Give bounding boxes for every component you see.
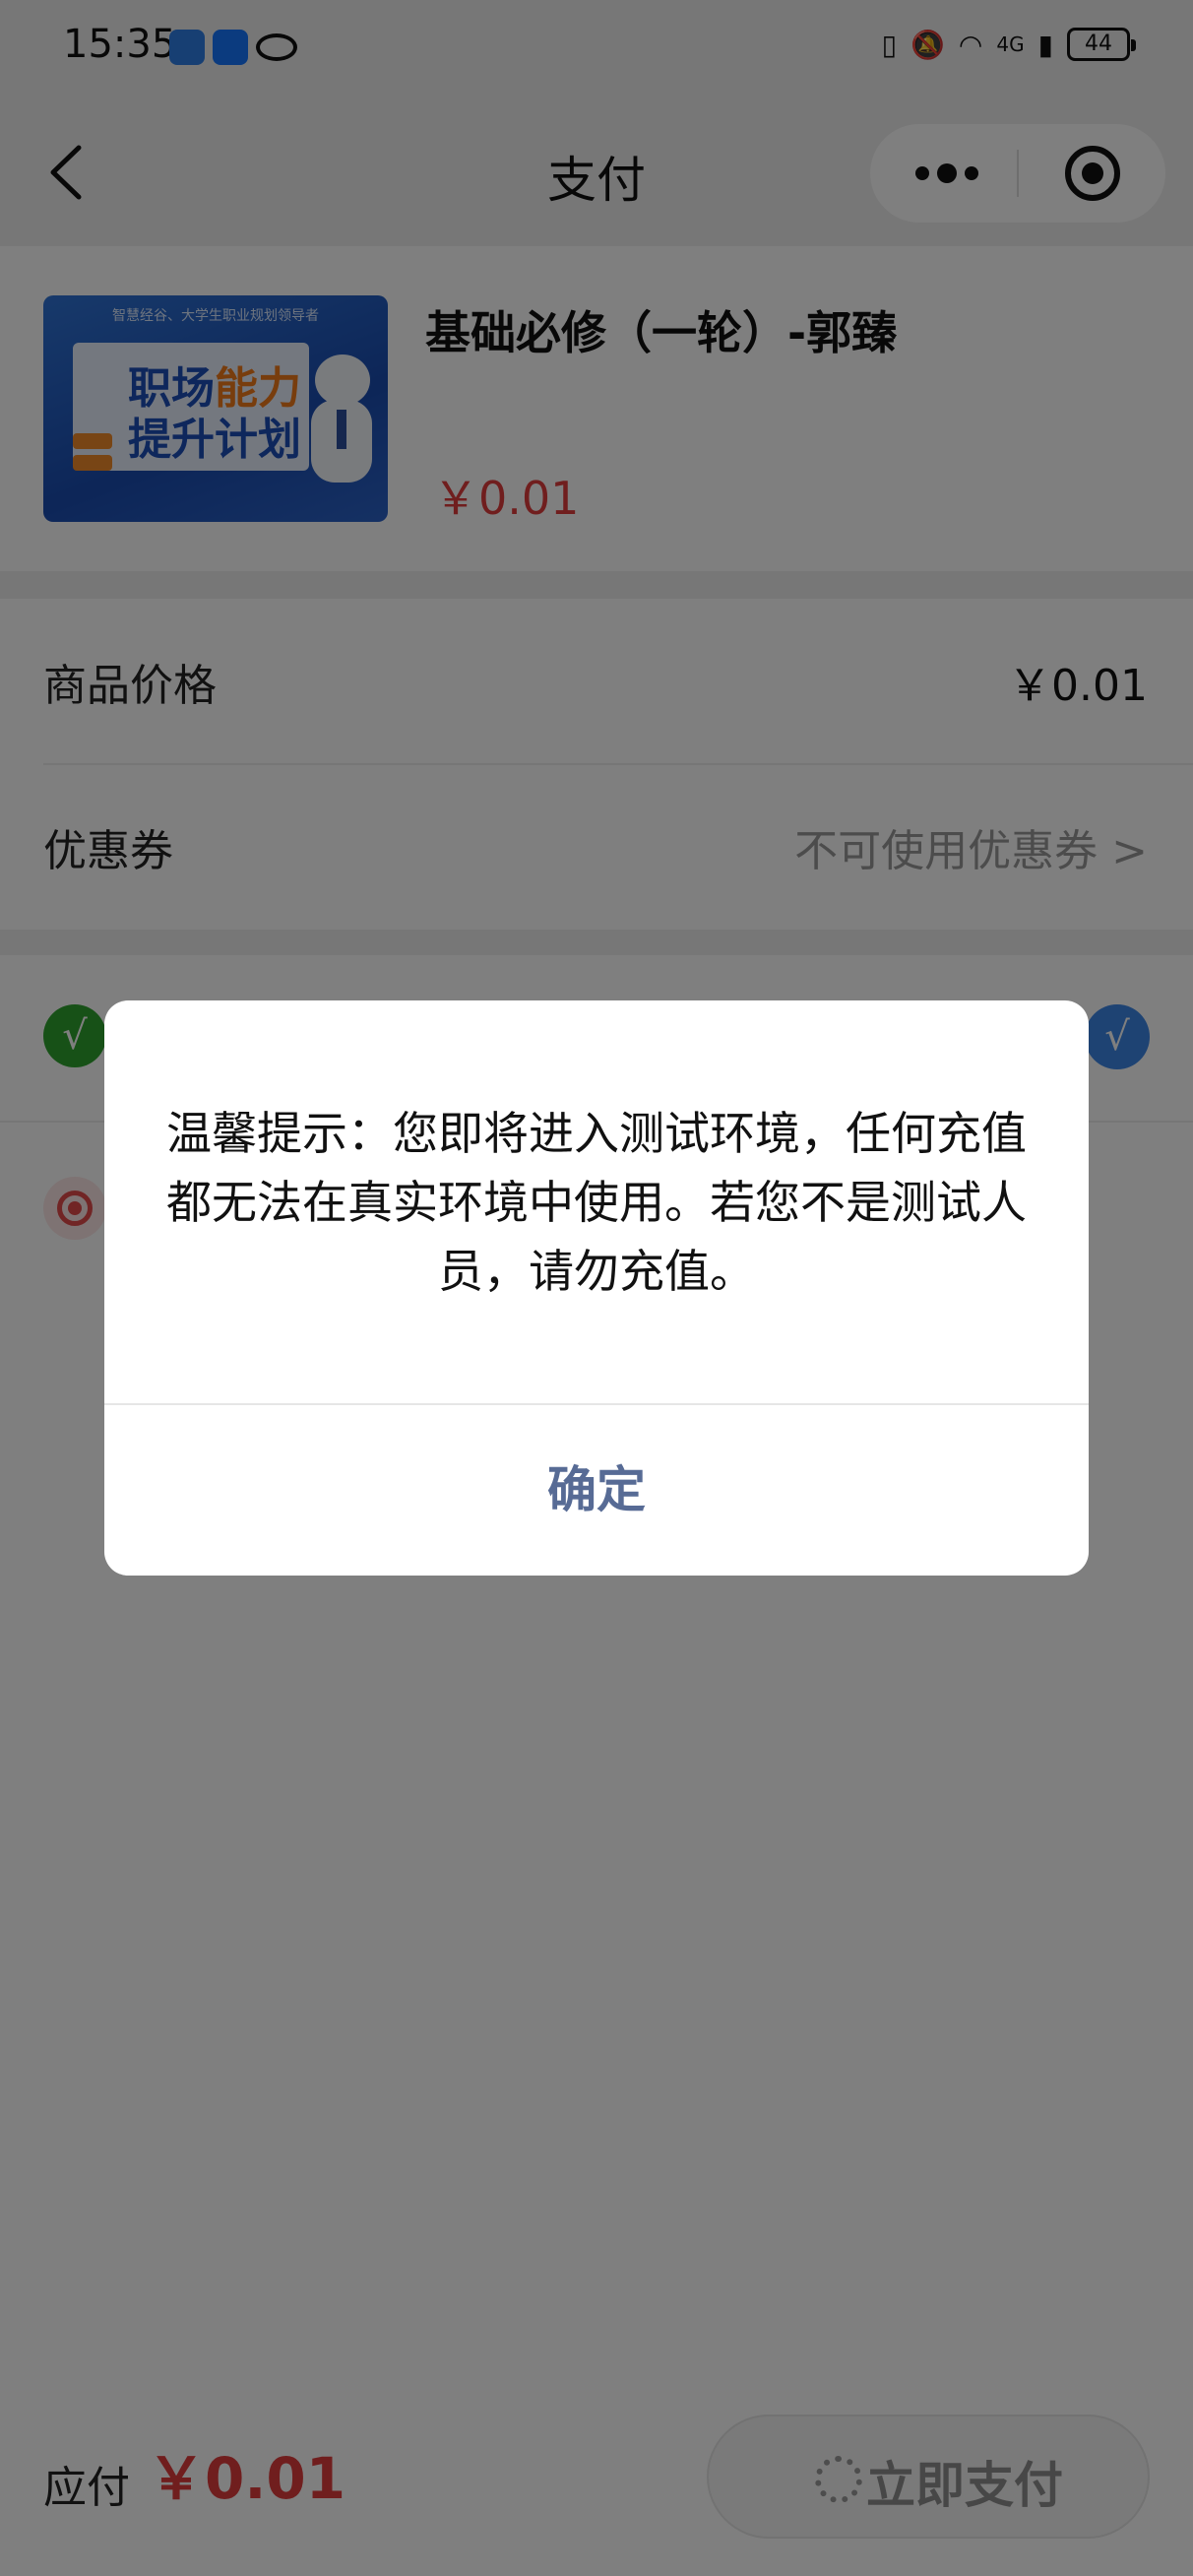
confirm-button[interactable]: 确定 <box>104 1405 1089 1576</box>
dialog-message: 温馨提示：您即将进入测试环境，任何充值都无法在真实环境中使用。若您不是测试人员，… <box>166 1107 1027 1298</box>
test-env-dialog: 温馨提示：您即将进入测试环境，任何充值都无法在真实环境中使用。若您不是测试人员，… <box>104 1000 1089 1576</box>
